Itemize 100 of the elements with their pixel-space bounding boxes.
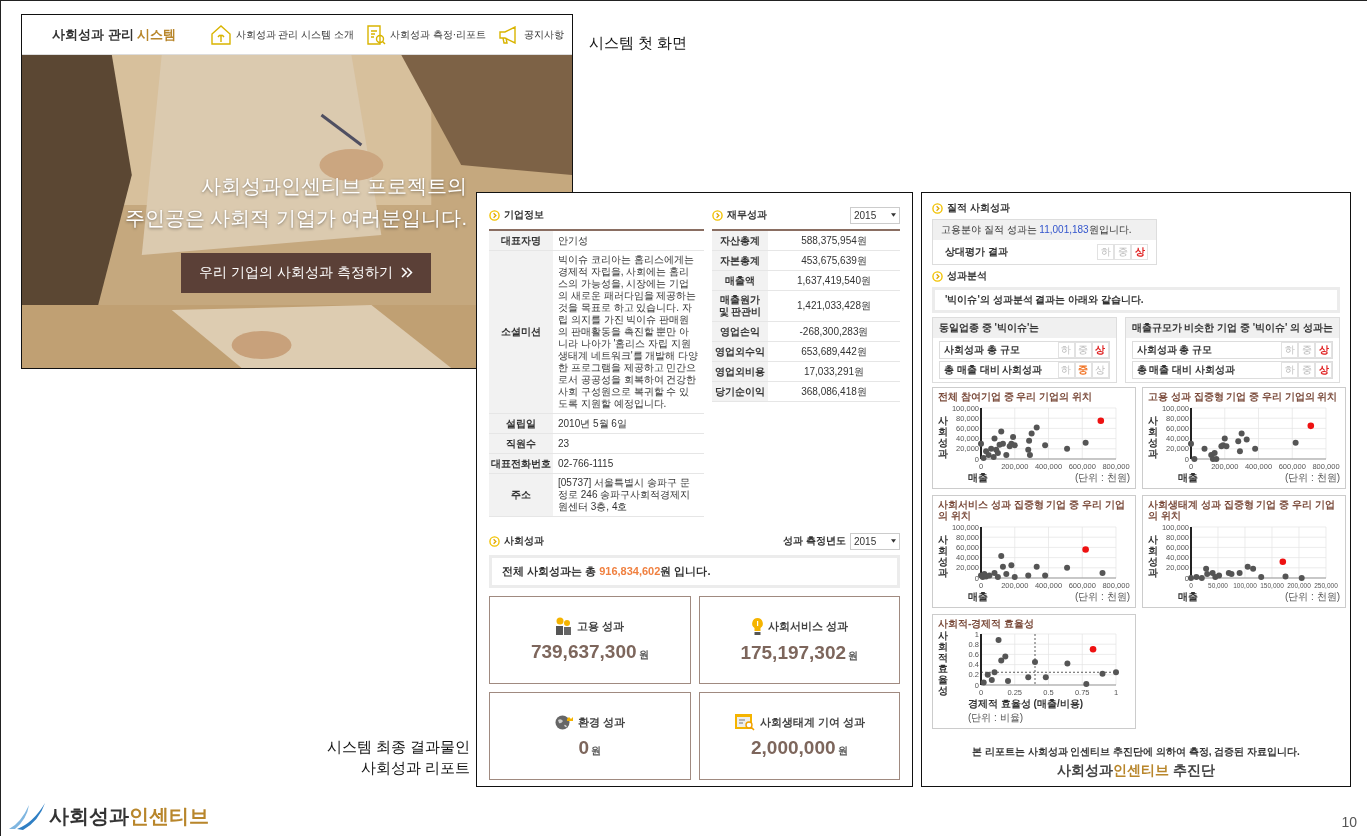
analysis-message: '빅이슈'의 성과분석 결과는 아래와 같습니다. bbox=[932, 287, 1340, 313]
table-cell-text: 빅이슈 코리아는 홈리스에게는 경제적 자립을, 사회에는 홈리스의 가능성을, 시장에는 기업의 새로운 패러다임을 제공하는 것을 목표로 하고 있습니다. 자립 의지를 가진 빅이슈 판매원의 판매활동을 촉진할 뿐만 아니라 나아가 '홈리스 자립 지원 생태계 네트워크'를 개발해 다양한 프로그램을 제공하고 민간으로서 공공성을 회복하여 건강한 사회 구성원으로 복귀할 수 있도록 지원할 예정입니다. bbox=[557, 253, 700, 411]
table-cell-text: 1,637,419,540원 bbox=[796, 273, 872, 288]
table-cell-text: 02-766-1115 bbox=[557, 456, 615, 471]
grade-cell: 상 bbox=[1315, 362, 1332, 378]
grade-cell: 중 bbox=[1074, 362, 1092, 378]
axis-label: 매출 bbox=[1178, 589, 1198, 604]
total-summary: 전체 사회성과는 총 916,834,602원 입니다. bbox=[489, 555, 900, 588]
chart-title: 고용 성과 집중형 기업 중 우리 기업의 위치 bbox=[1148, 391, 1339, 403]
grade-cell: 중 bbox=[1298, 362, 1315, 378]
section-heading: 성과분석 bbox=[947, 269, 987, 283]
caption: 시스템 최종 결과물인 bbox=[326, 737, 470, 757]
hero-headline: 주인공은 사회적 기업가 여러분입니다. bbox=[124, 205, 467, 231]
grade-cell: 상 bbox=[1091, 342, 1109, 358]
card-amount: 0 bbox=[578, 736, 590, 759]
site-title: 사회성과 관리 시스템 bbox=[52, 25, 177, 44]
grade-cell: 하 bbox=[1057, 362, 1075, 378]
grade-cell: 하 bbox=[1097, 244, 1114, 260]
organization-name: 사회성과인센티브 추진단 bbox=[1057, 762, 1215, 780]
comparison-title: 동일업종 중 '빅이슈'는 bbox=[933, 318, 1116, 338]
row-label: 상대평가 결과 bbox=[944, 245, 1009, 259]
grade-cell: 중 bbox=[1298, 342, 1315, 358]
section-heading: 질적 사회성과 bbox=[947, 201, 1010, 215]
grade-cell: 중 bbox=[1114, 244, 1131, 260]
axis-label: 사회적효율성 bbox=[938, 630, 948, 696]
chart-title: 사회서비스 성과 집중형 기업 중 우리 기업의 위치 bbox=[938, 498, 1126, 522]
grade-cell: 하 bbox=[1057, 342, 1075, 358]
caption: 사회성과 리포트 bbox=[360, 758, 470, 778]
table-header-cell: 설립일 bbox=[489, 414, 553, 433]
year-label: 성과 측정년도 bbox=[783, 534, 846, 548]
table-header-cell: 매출액 bbox=[712, 271, 768, 290]
table-cell-text: 2010년 5월 6일 bbox=[557, 416, 628, 431]
unit-label: (단위 : 비율) bbox=[968, 711, 1023, 725]
axis-label: 매출 bbox=[968, 589, 988, 604]
axis-label: 경제적 효율성 (매출/비용) bbox=[968, 697, 1083, 711]
unit-label: (단위 : 천원) bbox=[1075, 589, 1130, 604]
table-header-cell: 당기순이익 bbox=[712, 382, 768, 401]
axis-label: 사회성과 bbox=[1148, 414, 1158, 459]
row-label: 총 매출 대비 사회성과 bbox=[1135, 363, 1236, 377]
row-label: 사회성과 총 규모 bbox=[1135, 343, 1214, 357]
table-header-cell: 자산총계 bbox=[712, 231, 768, 250]
table-cell-text: 368,086,418원 bbox=[800, 384, 868, 399]
currency-unit: 원 bbox=[638, 648, 649, 662]
table-header-cell: 영업외비용 bbox=[712, 362, 768, 381]
table-header-cell: 대표자명 bbox=[489, 231, 553, 250]
card-title: 고용 성과 bbox=[577, 618, 625, 634]
unit-label: (단위 : 천원) bbox=[1285, 589, 1340, 604]
grade-cell: 상 bbox=[1091, 362, 1109, 378]
axis-label: 매출 bbox=[968, 470, 988, 485]
card-title: 환경 성과 bbox=[577, 714, 625, 730]
axis-label: 사회성과 bbox=[1148, 533, 1158, 578]
table-header-cell: 소셜미션 bbox=[489, 251, 553, 413]
card-title: 사회생태계 기여 성과 bbox=[759, 714, 865, 730]
logo-text: 사회성과인센티브 bbox=[49, 803, 209, 829]
table-header-cell: 매출원가 및 판관비 bbox=[712, 291, 768, 321]
table-cell-text: 453,675,639원 bbox=[800, 253, 868, 268]
section-heading: 사회성과 bbox=[504, 534, 544, 548]
page-number: 10 bbox=[1341, 814, 1357, 830]
chart-title: 전체 참여기업 중 우리 기업의 위치 bbox=[938, 391, 1093, 403]
table-cell-text: 17,033,291원 bbox=[802, 364, 866, 379]
card-amount: 2,000,000 bbox=[751, 737, 836, 759]
chart-title: 사회적-경제적 효율성 bbox=[938, 617, 1036, 629]
card-title: 사회서비스 성과 bbox=[767, 618, 848, 634]
currency-unit: 원 bbox=[591, 743, 602, 758]
table-header-cell: 대표전화번호 bbox=[489, 454, 553, 473]
row-label: 총 매출 대비 사회성과 bbox=[943, 363, 1044, 377]
row-label: 사회성과 총 규모 bbox=[943, 343, 1021, 357]
chart-title: 사회생태계 성과 집중형 기업 중 우리 기업의 위치 bbox=[1148, 498, 1336, 522]
axis-label: 매출 bbox=[1178, 470, 1198, 485]
grade-cell: 하 bbox=[1281, 342, 1298, 358]
card-amount: 175,197,302 bbox=[740, 641, 847, 664]
card-amount: 739,637,300 bbox=[530, 641, 637, 663]
table-header-cell: 영업손익 bbox=[712, 322, 768, 341]
table-cell-text: 653,689,442원 bbox=[800, 344, 868, 359]
grade-cell: 상 bbox=[1315, 342, 1332, 358]
unit-label: (단위 : 천원) bbox=[1285, 470, 1340, 485]
grade-cell: 하 bbox=[1281, 362, 1298, 378]
comparison-title: 매출규모가 비슷한 기업 중 '빅이슈' 의 성과는 bbox=[1125, 318, 1339, 338]
currency-unit: 원 bbox=[848, 648, 859, 663]
footer-note: 본 리포트는 사회성과 인센티브 추진단에 의하여 측정, 검증된 자료입니다. bbox=[972, 745, 1300, 759]
section-heading: 기업정보 bbox=[504, 208, 544, 222]
table-cell-text: [05737] 서울특별시 송파구 문정로 246 송파구사회적경제지원센터 3층, 4호 bbox=[557, 476, 692, 514]
table-cell-text: 1,421,033,428원 bbox=[796, 299, 872, 313]
axis-label: 사회성과 bbox=[938, 414, 948, 459]
axis-label: 사회성과 bbox=[938, 533, 948, 578]
table-cell-text: -268,300,283원 bbox=[798, 324, 870, 339]
table-cell-text: 23 bbox=[557, 436, 571, 451]
table-cell-text: 안기성 bbox=[557, 233, 589, 248]
grade-cell: 상 bbox=[1131, 244, 1148, 260]
hero-headline: 사회성과인센티브 프로젝트의 bbox=[201, 173, 467, 199]
table-cell-text: 588,375,954원 bbox=[800, 233, 868, 248]
section-heading: 재무성과 bbox=[727, 208, 767, 222]
table-header-cell: 자본총계 bbox=[712, 251, 768, 270]
table-header-cell: 직원수 bbox=[489, 434, 553, 453]
currency-unit: 원 bbox=[837, 744, 848, 758]
table-header-cell: 주소 bbox=[489, 474, 553, 516]
grade-cell: 중 bbox=[1074, 342, 1092, 358]
caption: 시스템 첫 화면 bbox=[589, 33, 688, 53]
rating-summary: 고용분야 질적 성과는 11,001,183원입니다. bbox=[933, 220, 1156, 240]
table-header-cell: 영업외수익 bbox=[712, 342, 768, 361]
